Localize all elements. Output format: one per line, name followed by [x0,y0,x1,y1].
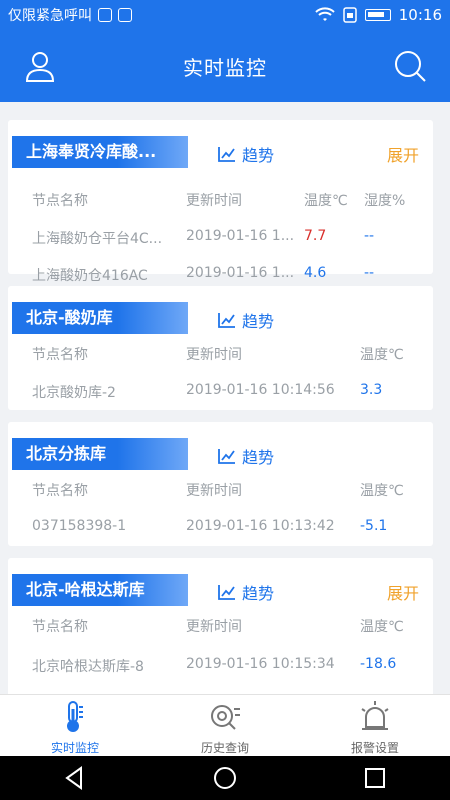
system-nav-bar [0,756,450,800]
battery-icon [364,9,391,21]
node-name: 北京哈根达斯库-8 [32,659,144,675]
history-search-icon [211,705,240,730]
alarm-siren-icon [361,701,389,730]
node-name: 上海酸奶仓416AC [32,268,148,284]
column-header-temp: 温度℃ [360,347,404,363]
update-time: 2019-01-16 1... [186,265,295,281]
warehouse-card[interactable]: 北京-哈根达斯库 趋势 展开 节点名称 更新时间 温度℃ 北京哈根达斯库-8 2… [8,558,433,694]
thermometer-icon [67,701,83,732]
trend-button[interactable]: 趋势 [218,308,274,332]
nav-history-query[interactable]: 历史查询 [150,695,300,756]
wifi-icon [315,7,335,21]
update-time: 2019-01-16 1... [186,228,295,244]
expand-button[interactable]: 展开 [387,142,419,166]
update-time: 2019-01-16 10:15:34 [186,656,335,672]
update-time: 2019-01-16 10:14:56 [186,382,335,398]
temperature-value: -5.1 [360,518,388,534]
temperature-value: -18.6 [360,656,397,672]
trend-label: 趋势 [242,146,275,165]
warehouse-card[interactable]: 北京分拣库 趋势 节点名称 更新时间 温度℃ 037158398-1 2019-… [8,422,433,546]
status-time: 10:16 [398,6,442,24]
node-name: 上海酸奶仓平台4C... [32,231,163,247]
sim-icon [343,7,357,23]
column-header-time: 更新时间 [186,347,242,363]
notification-icon [98,8,112,22]
trend-chart-icon [218,147,235,162]
warehouse-card[interactable]: 北京-酸奶库 趋势 节点名称 更新时间 温度℃ 北京酸奶库-2 2019-01-… [8,286,433,410]
nav-label: 历史查询 [200,741,249,755]
page-title: 实时监控 [183,55,267,80]
column-header-node: 节点名称 [32,347,88,363]
user-icon[interactable] [22,48,58,84]
column-header-node: 节点名称 [32,619,88,635]
trend-chart-icon [218,585,235,600]
column-header-humidity: 湿度% [364,193,406,209]
warehouse-name: 北京-酸奶库 [12,302,188,334]
update-time: 2019-01-16 10:13:42 [186,518,335,534]
status-bar: 仅限紧急呼叫 10:16 [0,0,450,30]
nav-alarm-settings[interactable]: 报警设置 [300,695,450,756]
trend-button[interactable]: 趋势 [218,142,274,166]
node-name: 037158398-1 [32,518,127,534]
node-name: 北京酸奶库-2 [32,385,116,401]
column-header-time: 更新时间 [186,619,242,635]
app-notification-icon [118,8,132,22]
home-icon[interactable] [211,764,239,792]
search-icon[interactable] [392,48,428,84]
temperature-value: 3.3 [360,382,383,398]
trend-button[interactable]: 趋势 [218,580,274,604]
humidity-value: -- [364,228,375,244]
recent-apps-icon[interactable] [361,764,389,792]
app-header: 实时监控 [0,30,450,102]
trend-label: 趋势 [242,584,275,603]
column-header-temp: 温度℃ [360,619,404,635]
nav-label: 实时监控 [50,741,99,755]
warehouse-name: 北京分拣库 [12,438,188,470]
warehouse-card[interactable]: 上海奉贤冷库酸... 趋势 展开 节点名称 更新时间 温度℃ 湿度% 上海酸奶仓… [8,120,433,284]
column-header-node: 节点名称 [32,193,88,209]
trend-chart-icon [218,449,235,464]
warehouse-name: 北京-哈根达斯库 [12,574,188,606]
column-header-time: 更新时间 [186,193,242,209]
trend-label: 趋势 [242,448,275,467]
trend-label: 趋势 [242,312,275,331]
back-icon[interactable] [61,764,89,792]
column-header-node: 节点名称 [32,483,88,499]
monitor-list[interactable]: 上海奉贤冷库酸... 趋势 展开 节点名称 更新时间 温度℃ 湿度% 上海酸奶仓… [0,102,450,694]
nav-label: 报警设置 [350,741,399,755]
humidity-value: -- [364,265,375,281]
carrier-text: 仅限紧急呼叫 [8,8,92,24]
column-header-time: 更新时间 [186,483,242,499]
nav-realtime-monitor[interactable]: 实时监控 [0,695,150,756]
expand-button[interactable]: 展开 [387,580,419,604]
trend-button[interactable]: 趋势 [218,444,274,468]
temperature-value: 7.7 [304,228,327,244]
temperature-value: 4.6 [304,265,327,281]
column-header-temp: 温度℃ [304,193,348,209]
column-header-temp: 温度℃ [360,483,404,499]
trend-chart-icon [218,313,235,328]
bottom-nav: 实时监控 历史查询 报警设置 [0,694,450,756]
warehouse-name: 上海奉贤冷库酸... [12,136,188,168]
